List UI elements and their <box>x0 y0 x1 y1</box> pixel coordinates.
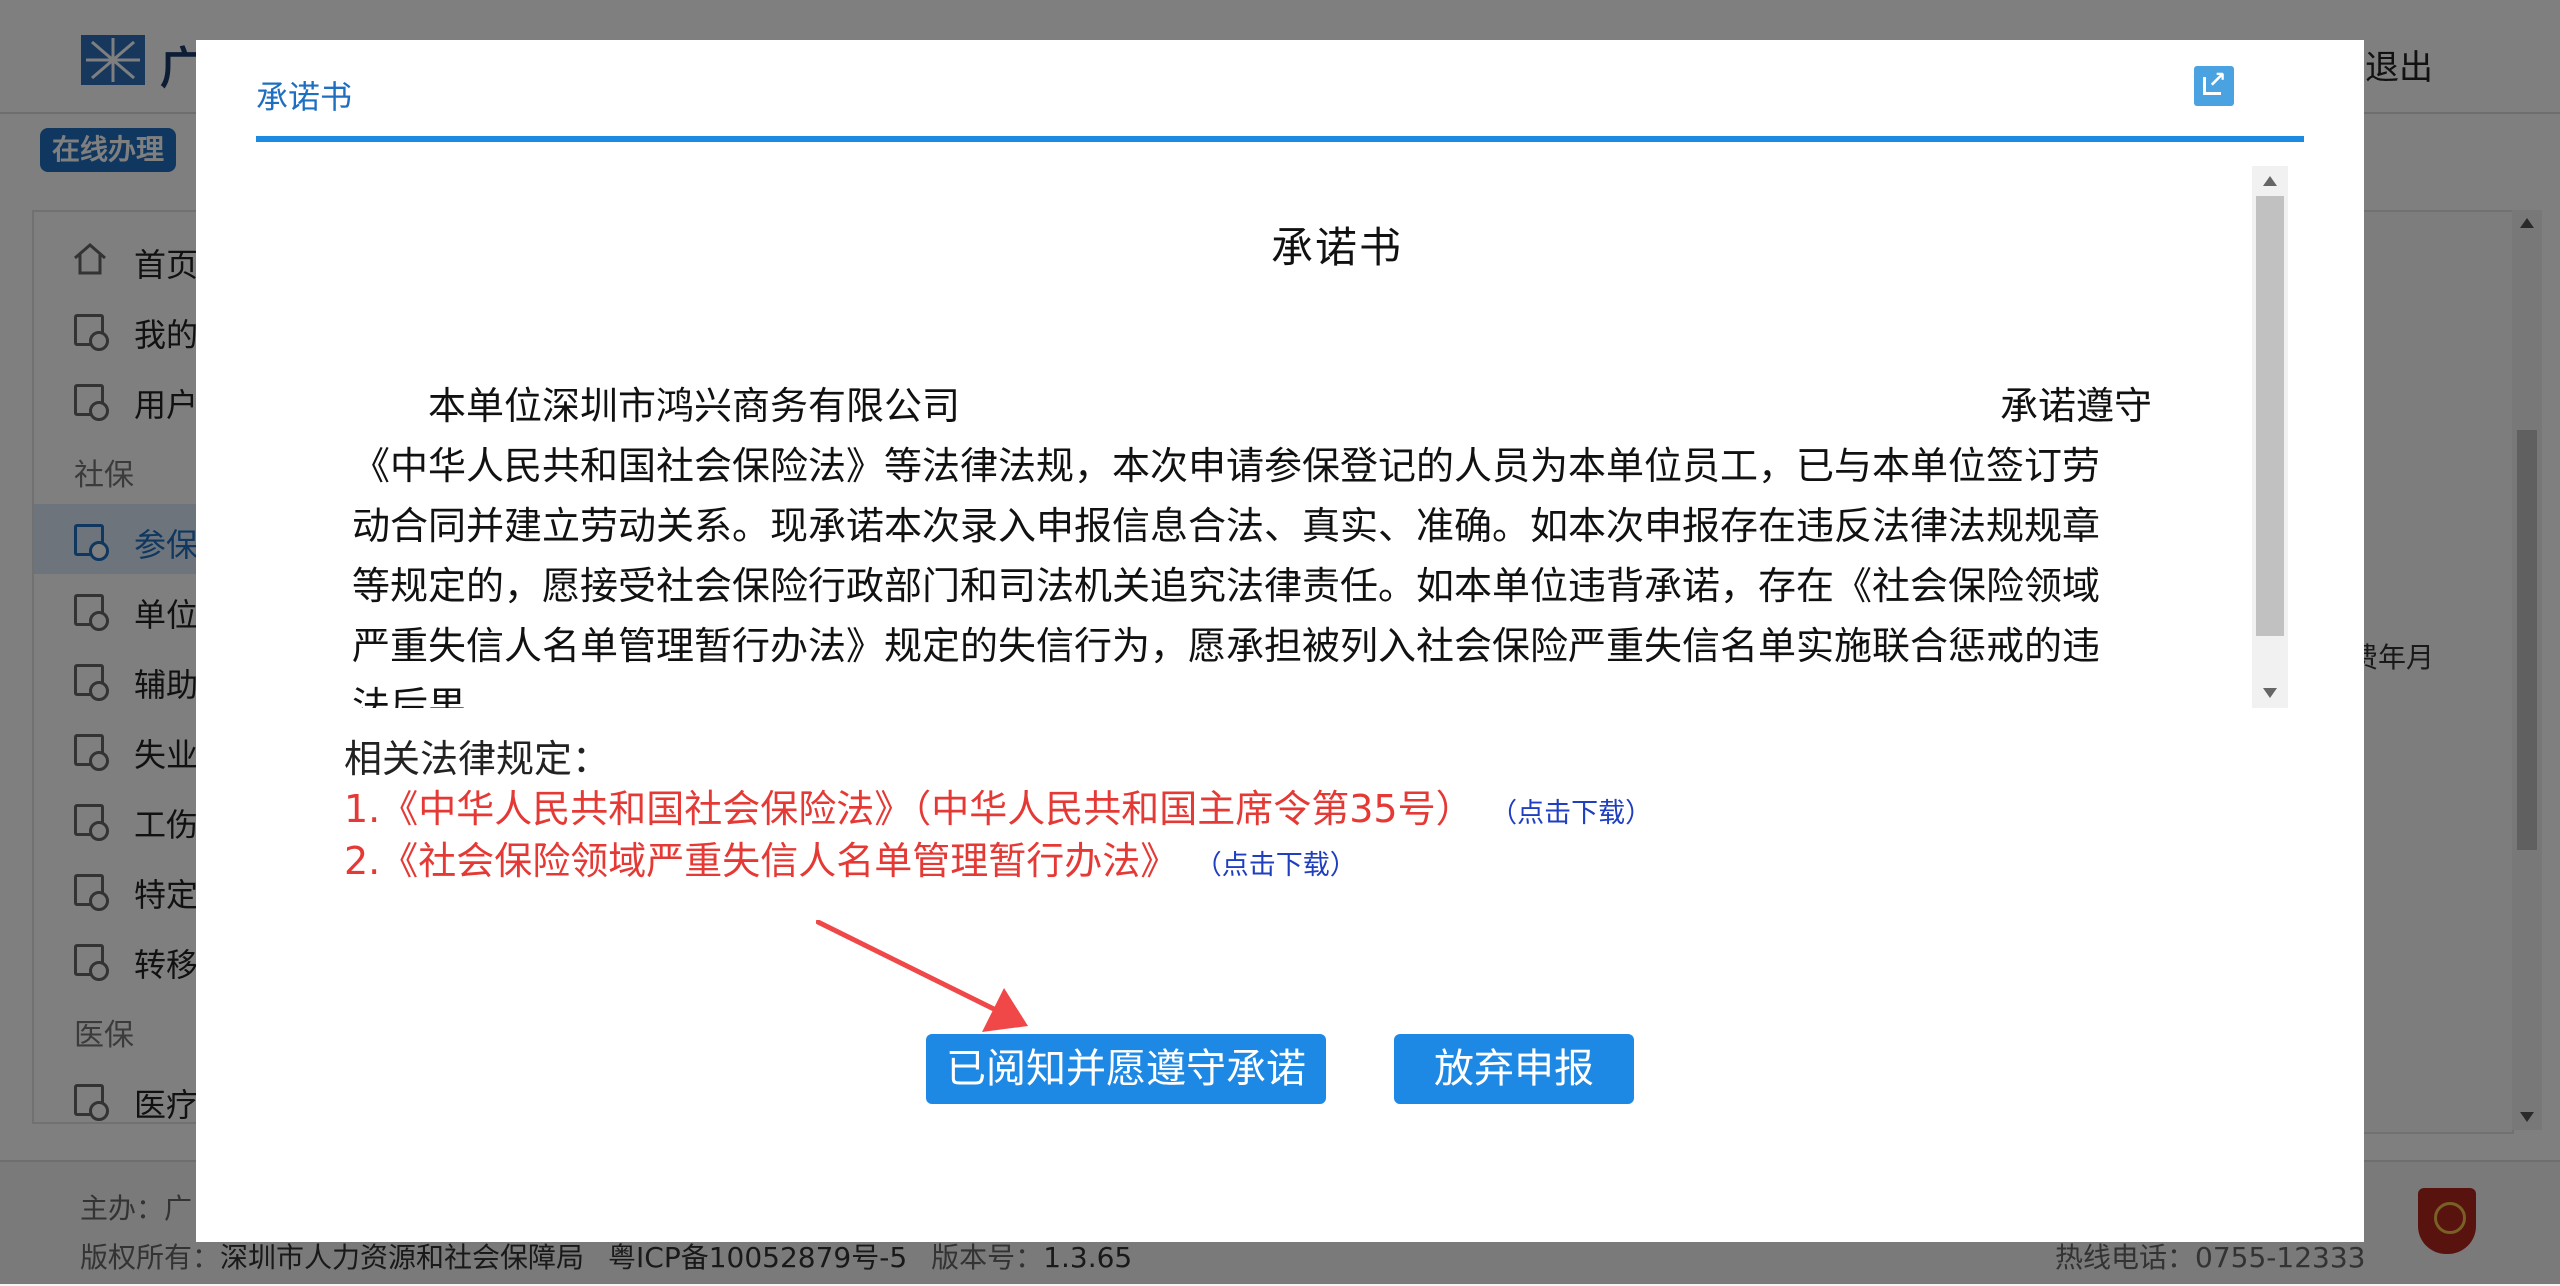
document-line: 《中华人民共和国社会保险法》等法律法规，本次申请参保登记的人员为本单位员工，已与… <box>352 444 2101 488</box>
law-title: 2.《社会保险领域严重失信人名单管理暂行办法》 <box>344 839 1179 883</box>
scroll-down-icon[interactable] <box>2263 688 2277 698</box>
dialog-title: 承诺书 <box>256 78 353 116</box>
open-external-icon[interactable] <box>2194 66 2234 106</box>
laws-heading: 相关法律规定： <box>344 737 611 781</box>
scroll-up-icon[interactable] <box>2263 176 2277 186</box>
document-body: 本单位深圳市鸿兴商务有限公司 承诺遵守 《中华人民共和国社会保险法》等法律法规，… <box>352 376 2152 708</box>
abandon-declaration-button[interactable]: 放弃申报 <box>1394 1034 1634 1104</box>
title-divider <box>256 136 2304 142</box>
law-item: 1.《中华人民共和国社会保险法》（中华人民共和国主席令第35号） （点击下载） <box>344 778 1652 833</box>
document-heading: 承诺书 <box>1270 223 1403 272</box>
document-line: 等规定的，愿接受社会保险行政部门和司法机关追究法律责任。如本单位违背承诺，存在《… <box>352 564 2101 608</box>
pledge-document-frame[interactable]: 承诺书 本单位深圳市鸿兴商务有限公司 承诺遵守 《中华人民共和国社会保险法》等法… <box>352 166 2342 708</box>
document-line: 动合同并建立劳动关系。现承诺本次录入申报信息合法、真实、准确。如本次申报存在违反… <box>352 504 2101 548</box>
accept-pledge-button[interactable]: 已阅知并愿遵守承诺 <box>926 1034 1326 1104</box>
scroll-thumb[interactable] <box>2256 196 2284 636</box>
download-link[interactable]: （点击下载） <box>1208 850 1357 881</box>
document-line: 严重失信人名单管理暂行办法》规定的失信行为，愿承担被列入社会保险严重失信名单实施… <box>352 624 2101 668</box>
pledge-first-line: 本单位深圳市鸿兴商务有限公司 承诺遵守 <box>352 376 2152 436</box>
document-line: 法后果 <box>352 684 467 708</box>
pledge-commit: 承诺遵守 <box>1999 384 2152 428</box>
pledge-dialog: 承诺书 承诺书 本单位深圳市鸿兴商务有限公司 承诺遵守 《中华人民共和国社会保险… <box>196 40 2364 1242</box>
pledge-company: 本单位深圳市鸿兴商务有限公司 <box>428 384 961 428</box>
download-link[interactable]: （点击下载） <box>1504 798 1653 829</box>
law-item: 2.《社会保险领域严重失信人名单管理暂行办法》 （点击下载） <box>344 830 1357 885</box>
law-title: 1.《中华人民共和国社会保险法》（中华人民共和国主席令第35号） <box>344 787 1474 831</box>
document-scrollbar[interactable] <box>2252 166 2288 708</box>
